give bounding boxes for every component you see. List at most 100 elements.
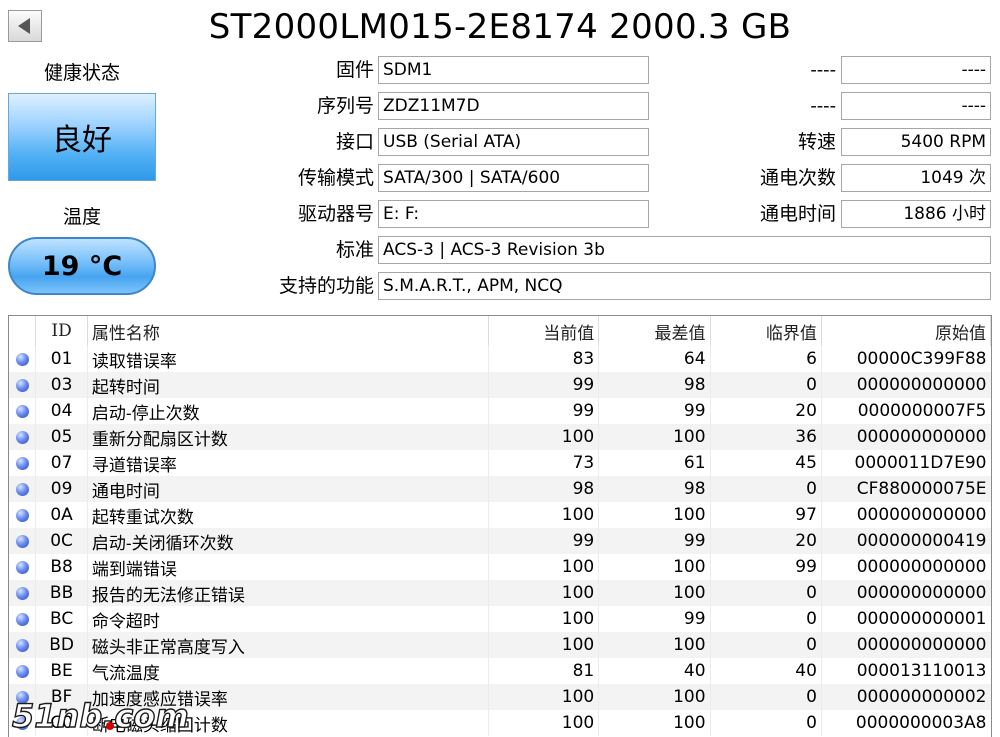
threshold-cell: 40 (709, 658, 822, 684)
status-dot-icon (15, 664, 29, 678)
table-row[interactable]: 03 起转时间 99 98 0 000000000000 (9, 372, 991, 398)
table-row[interactable]: BB 报告的无法修正错误 100 100 0 000000000000 (9, 580, 991, 606)
worst-cell: 64 (598, 346, 711, 372)
field-label: 传输模式 (297, 167, 374, 189)
current-cell: 100 (487, 554, 599, 580)
watermark-text: 51nb.com (12, 697, 189, 735)
column-header-id[interactable]: ID (35, 316, 88, 346)
status-cell (9, 528, 36, 554)
threshold-cell: 0 (709, 710, 822, 736)
name-cell: 起转重试次数 (86, 502, 489, 528)
worst-cell: 100 (598, 684, 711, 710)
current-cell: 100 (487, 606, 599, 632)
drive-title: ST2000LM015-2E8174 2000.3 GB (208, 7, 792, 47)
watermark-logo: 51nb.com (11, 696, 189, 735)
field-label: 通电次数 (759, 167, 836, 189)
column-header-raw[interactable]: 原始值 (821, 316, 991, 346)
name-cell: 启动-关闭循环次数 (86, 528, 489, 554)
field-value: SDM1 (378, 56, 649, 84)
status-dot-icon (15, 586, 29, 600)
id-cell: 04 (35, 398, 88, 424)
threshold-cell: 0 (709, 372, 822, 398)
id-cell: 01 (35, 346, 88, 372)
table-row[interactable]: 0A 起转重试次数 100 100 97 000000000000 (9, 502, 991, 528)
watermark-dot (106, 722, 114, 730)
current-cell: 81 (487, 658, 599, 684)
current-cell: 73 (487, 450, 599, 476)
column-header-worst[interactable]: 最差值 (598, 316, 711, 346)
health-status-badge: 良好 (8, 93, 156, 181)
field-label: 支持的功能 (278, 275, 374, 297)
worst-cell: 100 (598, 502, 711, 528)
current-cell: 100 (487, 580, 599, 606)
current-cell: 100 (487, 632, 599, 658)
worst-cell: 99 (598, 528, 711, 554)
name-cell: 报告的无法修正错误 (86, 580, 489, 606)
table-header-row: ID 属性名称 当前值 最差值 临界值 原始值 (9, 316, 991, 346)
field-value: ---- (841, 92, 991, 120)
field-label: 序列号 (316, 95, 374, 117)
field-label: 转速 (797, 131, 836, 153)
status-cell (9, 398, 36, 424)
field-label: 驱动器号 (297, 203, 374, 225)
table-row[interactable]: 0C 启动-关闭循环次数 99 99 20 000000000419 (9, 528, 991, 554)
worst-cell: 40 (598, 658, 711, 684)
status-cell (9, 632, 36, 658)
table-row[interactable]: 01 读取错误率 83 64 6 00000C399F88 (9, 346, 991, 372)
table-row[interactable]: BD 磁头非正常高度写入 100 100 0 000000000000 (9, 632, 991, 658)
raw-cell: 000000000000 (820, 632, 991, 658)
status-cell (9, 658, 36, 684)
column-header-threshold[interactable]: 临界值 (710, 316, 822, 346)
id-cell: B8 (35, 554, 88, 580)
status-dot-icon (15, 612, 29, 626)
threshold-cell: 45 (709, 450, 822, 476)
table-row[interactable]: 09 通电时间 98 98 0 CF880000075E (9, 476, 991, 502)
worst-cell: 100 (598, 632, 711, 658)
worst-cell: 100 (598, 580, 711, 606)
table-row[interactable]: B8 端到端错误 100 100 99 000000000000 (9, 554, 991, 580)
raw-cell: 000000000001 (820, 606, 991, 632)
column-header-name[interactable]: 属性名称 (87, 316, 489, 346)
status-dot-icon (15, 456, 29, 470)
id-cell: 0C (35, 528, 88, 554)
status-dot-icon (15, 430, 29, 444)
id-cell: 09 (35, 476, 88, 502)
field-value: 5400 RPM (841, 128, 991, 156)
threshold-cell: 97 (709, 502, 822, 528)
name-cell: 读取错误率 (86, 346, 489, 372)
raw-cell: 00000C399F88 (820, 346, 991, 372)
raw-cell: 000000000419 (820, 528, 991, 554)
field-value: SATA/300 | SATA/600 (378, 164, 649, 192)
name-cell: 重新分配扇区计数 (86, 424, 489, 450)
name-cell: 寻道错误率 (86, 450, 489, 476)
current-cell: 100 (487, 424, 599, 450)
status-cell (9, 502, 36, 528)
field-label: 接口 (335, 131, 374, 153)
field-label: 标准 (335, 239, 374, 261)
status-cell (9, 606, 36, 632)
raw-cell: 000000000000 (820, 580, 991, 606)
table-row[interactable]: 07 寻道错误率 73 61 45 0000011D7E90 (9, 450, 991, 476)
smart-table[interactable]: ID 属性名称 当前值 最差值 临界值 原始值 01 读取错误率 83 64 6 0000… (8, 315, 992, 737)
current-cell: 99 (487, 398, 599, 424)
table-row[interactable]: BE 气流温度 81 40 40 000013110013 (9, 658, 991, 684)
column-header-current[interactable]: 当前值 (488, 316, 600, 346)
table-row[interactable]: BC 命令超时 100 99 0 000000000001 (9, 606, 991, 632)
status-cell (9, 424, 36, 450)
status-dot-icon (15, 560, 29, 574)
current-cell: 100 (487, 710, 599, 736)
table-row[interactable]: 05 重新分配扇区计数 100 100 36 000000000000 (9, 424, 991, 450)
threshold-cell: 0 (709, 580, 822, 606)
status-cell (9, 372, 36, 398)
worst-cell: 100 (598, 424, 711, 450)
raw-cell: 0000000003A8 (820, 710, 991, 736)
field-value: E: F: (378, 200, 649, 228)
id-cell: BC (35, 606, 88, 632)
current-cell: 98 (487, 476, 599, 502)
worst-cell: 98 (598, 372, 711, 398)
status-cell (9, 346, 36, 372)
threshold-cell: 0 (709, 476, 822, 502)
field-value: ---- (841, 56, 991, 84)
current-cell: 100 (487, 684, 599, 710)
table-row[interactable]: 04 启动-停止次数 99 99 20 0000000007F5 (9, 398, 991, 424)
